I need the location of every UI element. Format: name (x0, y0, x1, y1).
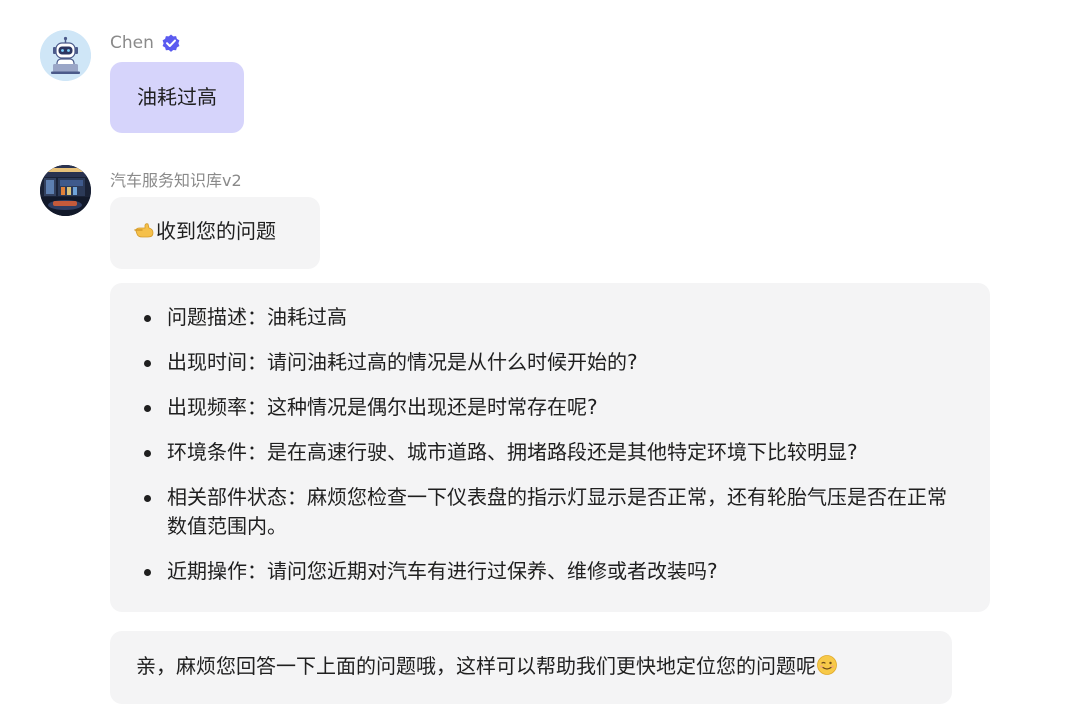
bot-ack-text: 收到您的问题 (156, 219, 276, 243)
question-list: 问题描述：油耗过高 出现时间：请问油耗过高的情况是从什么时候开始的? 出现频率：… (138, 303, 964, 586)
bot-ack-bubble: 收到您的问题 (110, 197, 320, 269)
chat-thread: Chen 油耗过高 汽车服务知识库v2 收到您的问题 问题描述：油耗过高 出现时… (0, 0, 1080, 724)
question-text: 相关部件状态：麻烦您检查一下仪表盘的指示灯显示是否正常，还有轮胎气压是否在正常数… (167, 485, 947, 538)
question-text: 环境条件：是在高速行驶、城市道路、拥堵路段还是其他特定环境下比较明显? (167, 440, 858, 464)
question-text: 出现频率：这种情况是偶尔出现还是时常存在呢? (167, 395, 598, 419)
bullet-icon (144, 450, 151, 457)
user-sender-name: Chen (110, 33, 154, 53)
bullet-icon (144, 405, 151, 412)
robot-avatar-icon (40, 30, 91, 81)
bullet-icon (144, 569, 151, 576)
user-sender-row: Chen (110, 32, 182, 54)
question-text: 出现时间：请问油耗过高的情况是从什么时候开始的? (167, 350, 638, 374)
user-avatar[interactable] (40, 30, 91, 81)
question-item: 出现频率：这种情况是偶尔出现还是时常存在呢? (138, 393, 964, 422)
winking-face-emoji (816, 654, 838, 684)
garage-avatar-icon (40, 165, 91, 216)
question-item: 相关部件状态：麻烦您检查一下仪表盘的指示灯显示是否正常，还有轮胎气压是否在正常数… (138, 483, 964, 541)
bot-questions-bubble: 问题描述：油耗过高 出现时间：请问油耗过高的情况是从什么时候开始的? 出现频率：… (110, 283, 990, 612)
user-message-text: 油耗过高 (137, 85, 217, 109)
bot-closing-text: 亲，麻烦您回答一下上面的问题哦，这样可以帮助我们更快地定位您的问题呢 (136, 654, 816, 678)
question-item: 问题描述：油耗过高 (138, 303, 964, 332)
question-item: 出现时间：请问油耗过高的情况是从什么时候开始的? (138, 348, 964, 377)
user-message: Chen 油耗过高 (0, 0, 1080, 140)
bullet-icon (144, 360, 151, 367)
question-item: 近期操作：请问您近期对汽车有进行过保养、维修或者改装吗? (138, 557, 964, 586)
question-item: 环境条件：是在高速行驶、城市道路、拥堵路段还是其他特定环境下比较明显? (138, 438, 964, 467)
bot-sender-row: 汽车服务知识库v2 (110, 167, 242, 191)
question-text: 近期操作：请问您近期对汽车有进行过保养、维修或者改装吗? (167, 559, 718, 583)
bot-closing-bubble: 亲，麻烦您回答一下上面的问题哦，这样可以帮助我们更快地定位您的问题呢 (110, 631, 952, 704)
verified-badge-icon (162, 34, 180, 52)
bullet-icon (144, 495, 151, 502)
pointing-hand-emoji (134, 219, 156, 249)
question-text: 问题描述：油耗过高 (167, 305, 347, 329)
user-message-bubble: 油耗过高 (110, 62, 244, 133)
bot-avatar[interactable] (40, 165, 91, 216)
bullet-icon (144, 315, 151, 322)
bot-sender-name: 汽车服务知识库v2 (110, 171, 242, 190)
